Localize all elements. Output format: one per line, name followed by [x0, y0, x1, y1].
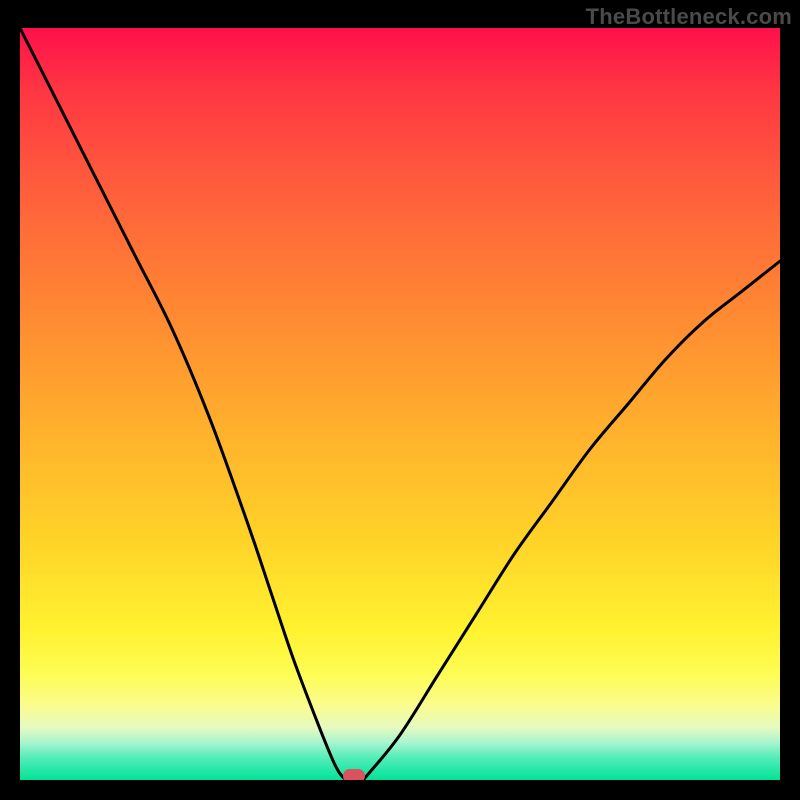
curve-path	[20, 28, 780, 780]
chart-stage: TheBottleneck.com	[0, 0, 800, 800]
bottleneck-curve	[20, 28, 780, 780]
minimum-marker	[343, 769, 365, 780]
watermark-text: TheBottleneck.com	[586, 4, 792, 30]
plot-area	[20, 28, 780, 780]
